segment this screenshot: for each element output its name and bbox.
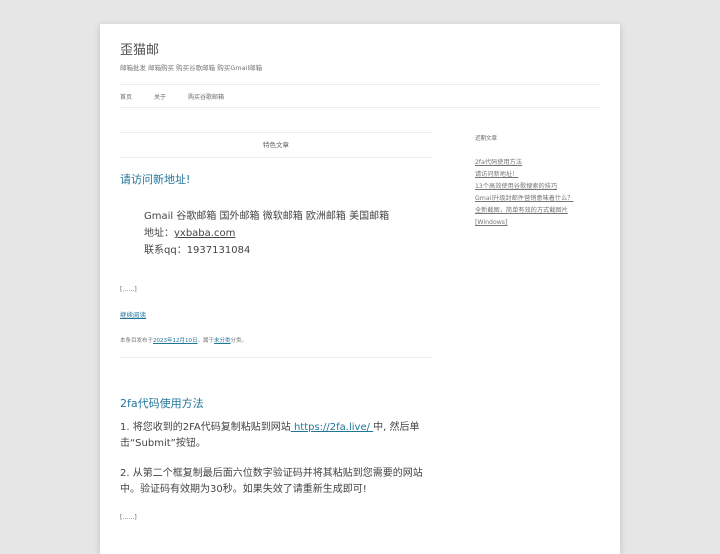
meta-category-link[interactable]: 未分类 — [214, 338, 231, 344]
nav-item-home[interactable]: 首页 — [120, 92, 132, 101]
site-description: 邮箱批发 邮箱购买 购买谷歌邮箱 购买Gmail邮箱 — [120, 64, 263, 72]
recent-post-link[interactable]: 13个高效使用谷歌搜索的技巧 — [475, 181, 574, 193]
main-nav: 首页 关于 购买谷歌邮箱 — [120, 84, 600, 108]
recent-post-link[interactable]: [Windows] — [475, 217, 574, 229]
recent-post-link[interactable]: 请访问新地址！ — [475, 169, 574, 181]
2fa-live-link[interactable]: https://2fa.live/ — [291, 422, 373, 433]
p1-before: 1. 将您收到的2FA代码复制粘贴到网站 — [120, 422, 291, 433]
post-divider — [120, 357, 432, 358]
featured-post-label: 特色文章 — [120, 132, 432, 158]
post-2fa-paragraph-1: 1. 将您收到的2FA代码复制粘贴到网站 https://2fa.live/ 中… — [120, 420, 432, 452]
meta-date-link[interactable]: 2023年12月10日 — [153, 338, 198, 344]
recent-posts-list: 2fa代码使用方法 请访问新地址！ 13个高效使用谷歌搜索的技巧 Gmail升级… — [475, 157, 574, 229]
entry-meta: 本条目发布于2023年12月10日。属于未分类分类。 — [120, 336, 247, 344]
recent-post-link[interactable]: 2fa代码使用方法 — [475, 157, 574, 169]
post-line-qq: 联系qq：1937131084 — [144, 245, 251, 256]
continue-reading-link[interactable]: 继续阅读 — [120, 309, 146, 319]
post-excerpt-ellipsis: [……] — [120, 286, 137, 293]
post-line-address: 地址：yxbaba.com — [144, 225, 389, 242]
post-2fa-paragraph-2: 2. 从第二个框复制最后面六位数字验证码并将其粘贴到您需要的网站中。验证码有效期… — [120, 468, 423, 495]
post-content-new-address: Gmail 谷歌邮箱 国外邮箱 微软邮箱 欧洲邮箱 美国邮箱 地址：yxbaba… — [144, 208, 389, 259]
site-title[interactable]: 歪猫邮 — [120, 39, 159, 58]
page-container: 歪猫邮 邮箱批发 邮箱购买 购买谷歌邮箱 购买Gmail邮箱 首页 关于 购买谷… — [100, 24, 620, 554]
post-line-mail-types: Gmail 谷歌邮箱 国外邮箱 微软邮箱 欧洲邮箱 美国邮箱 — [144, 211, 390, 222]
post-title-new-address[interactable]: 请访问新地址! — [120, 171, 190, 187]
meta-mid: 。属于 — [197, 338, 215, 344]
meta-prefix: 本条目发布于 — [120, 338, 154, 344]
post-2fa-ellipsis: [……] — [120, 514, 137, 521]
address-link[interactable]: yxbaba.com — [174, 228, 235, 239]
nav-item-about[interactable]: 关于 — [154, 92, 166, 101]
nav-item-buy-google-mail[interactable]: 购买谷歌邮箱 — [188, 92, 224, 101]
recent-post-link[interactable]: Gmail升级封邮件营销意味着什么？ — [475, 193, 574, 205]
address-label: 地址： — [144, 228, 174, 239]
recent-posts-title: 近期文章 — [475, 136, 498, 142]
meta-suffix: 分类。 — [230, 338, 248, 344]
recent-post-link[interactable]: 全新截图，简单有效的方式截图片 — [475, 205, 574, 217]
post-title-2fa[interactable]: 2fa代码使用方法 — [120, 395, 204, 411]
